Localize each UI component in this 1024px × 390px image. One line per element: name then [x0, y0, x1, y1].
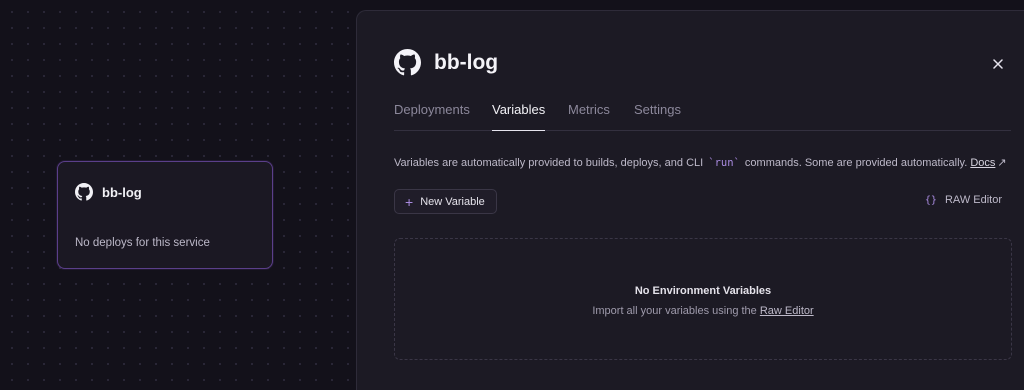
raw-editor-link[interactable]: Raw Editor — [760, 305, 814, 317]
plus-icon: + — [405, 193, 414, 210]
variables-description: Variables are automatically provided to … — [394, 156, 1007, 169]
new-variable-label: New Variable — [420, 195, 485, 208]
panel-title: bb-log — [434, 50, 499, 74]
service-card[interactable]: bb-log No deploys for this service — [57, 161, 273, 269]
tab-settings[interactable]: Settings — [634, 102, 681, 131]
description-text-2: commands. Some are provided automaticall… — [741, 157, 971, 169]
empty-subtitle: Import all your variables using the Raw … — [395, 305, 1011, 317]
service-status: No deploys for this service — [75, 237, 210, 249]
empty-subtitle-text: Import all your variables using the — [592, 305, 760, 317]
github-icon — [394, 49, 421, 76]
service-card-header: bb-log — [75, 183, 142, 201]
tab-deployments[interactable]: Deployments — [394, 102, 470, 131]
external-link-icon[interactable]: ↗ — [997, 157, 1006, 169]
run-command-code: `run` — [708, 157, 740, 169]
tab-bar: Deployments Variables Metrics Settings — [394, 102, 1011, 131]
service-panel: bb-log Deployments Variables Metrics Set… — [356, 10, 1024, 390]
docs-link[interactable]: Docs — [970, 157, 995, 169]
project-canvas[interactable]: bb-log No deploys for this service — [0, 0, 356, 390]
tab-metrics[interactable]: Metrics — [568, 102, 610, 131]
close-icon[interactable] — [989, 55, 1007, 73]
raw-editor-button[interactable]: {} RAW Editor — [925, 194, 1002, 206]
braces-icon: {} — [924, 194, 937, 206]
panel-header: bb-log — [394, 49, 498, 76]
description-text: Variables are automatically provided to … — [394, 157, 707, 169]
github-icon — [75, 183, 93, 201]
new-variable-button[interactable]: + New Variable — [394, 189, 497, 214]
empty-variables-box: No Environment Variables Import all your… — [394, 238, 1012, 360]
service-name: bb-log — [102, 184, 142, 200]
raw-editor-label: RAW Editor — [944, 194, 1002, 206]
empty-title: No Environment Variables — [634, 285, 772, 297]
tab-variables[interactable]: Variables — [492, 102, 546, 131]
